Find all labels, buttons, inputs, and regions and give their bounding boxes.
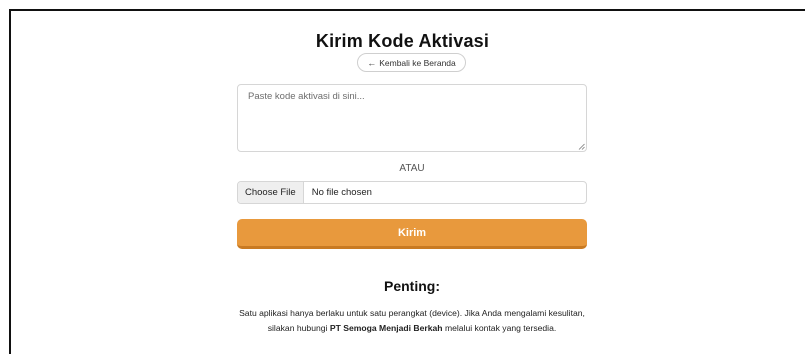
or-divider-label: ATAU xyxy=(399,163,425,174)
notice-line-2-suffix: melalui kontak yang tersedia. xyxy=(442,323,557,333)
activation-code-textarea[interactable] xyxy=(237,84,587,152)
important-notice: Satu aplikasi hanya berlaku untuk satu p… xyxy=(0,306,805,336)
notice-line-2: silakan hubungi PT Semoga Menjadi Berkah… xyxy=(0,321,805,336)
notice-line-1: Satu aplikasi hanya berlaku untuk satu p… xyxy=(239,308,585,318)
left-arrow-icon: ← xyxy=(367,57,377,68)
activation-form: Kirim Kode Aktivasi ← Kembali ke Beranda… xyxy=(0,0,805,354)
submit-button[interactable]: Kirim xyxy=(237,219,587,249)
company-name: PT Semoga Menjadi Berkah xyxy=(329,323,443,333)
choose-file-button[interactable]: Choose File xyxy=(238,182,304,203)
file-input[interactable]: Choose File No file chosen xyxy=(237,181,587,204)
important-heading: Penting: xyxy=(384,278,440,294)
notice-line-2-prefix: silakan hubungi xyxy=(267,323,330,333)
back-button-label: Kembali ke Beranda xyxy=(379,57,456,68)
back-to-home-button[interactable]: ← Kembali ke Beranda xyxy=(357,53,466,72)
page-title: Kirim Kode Aktivasi xyxy=(315,31,490,51)
file-status-text: No file chosen xyxy=(311,187,372,198)
